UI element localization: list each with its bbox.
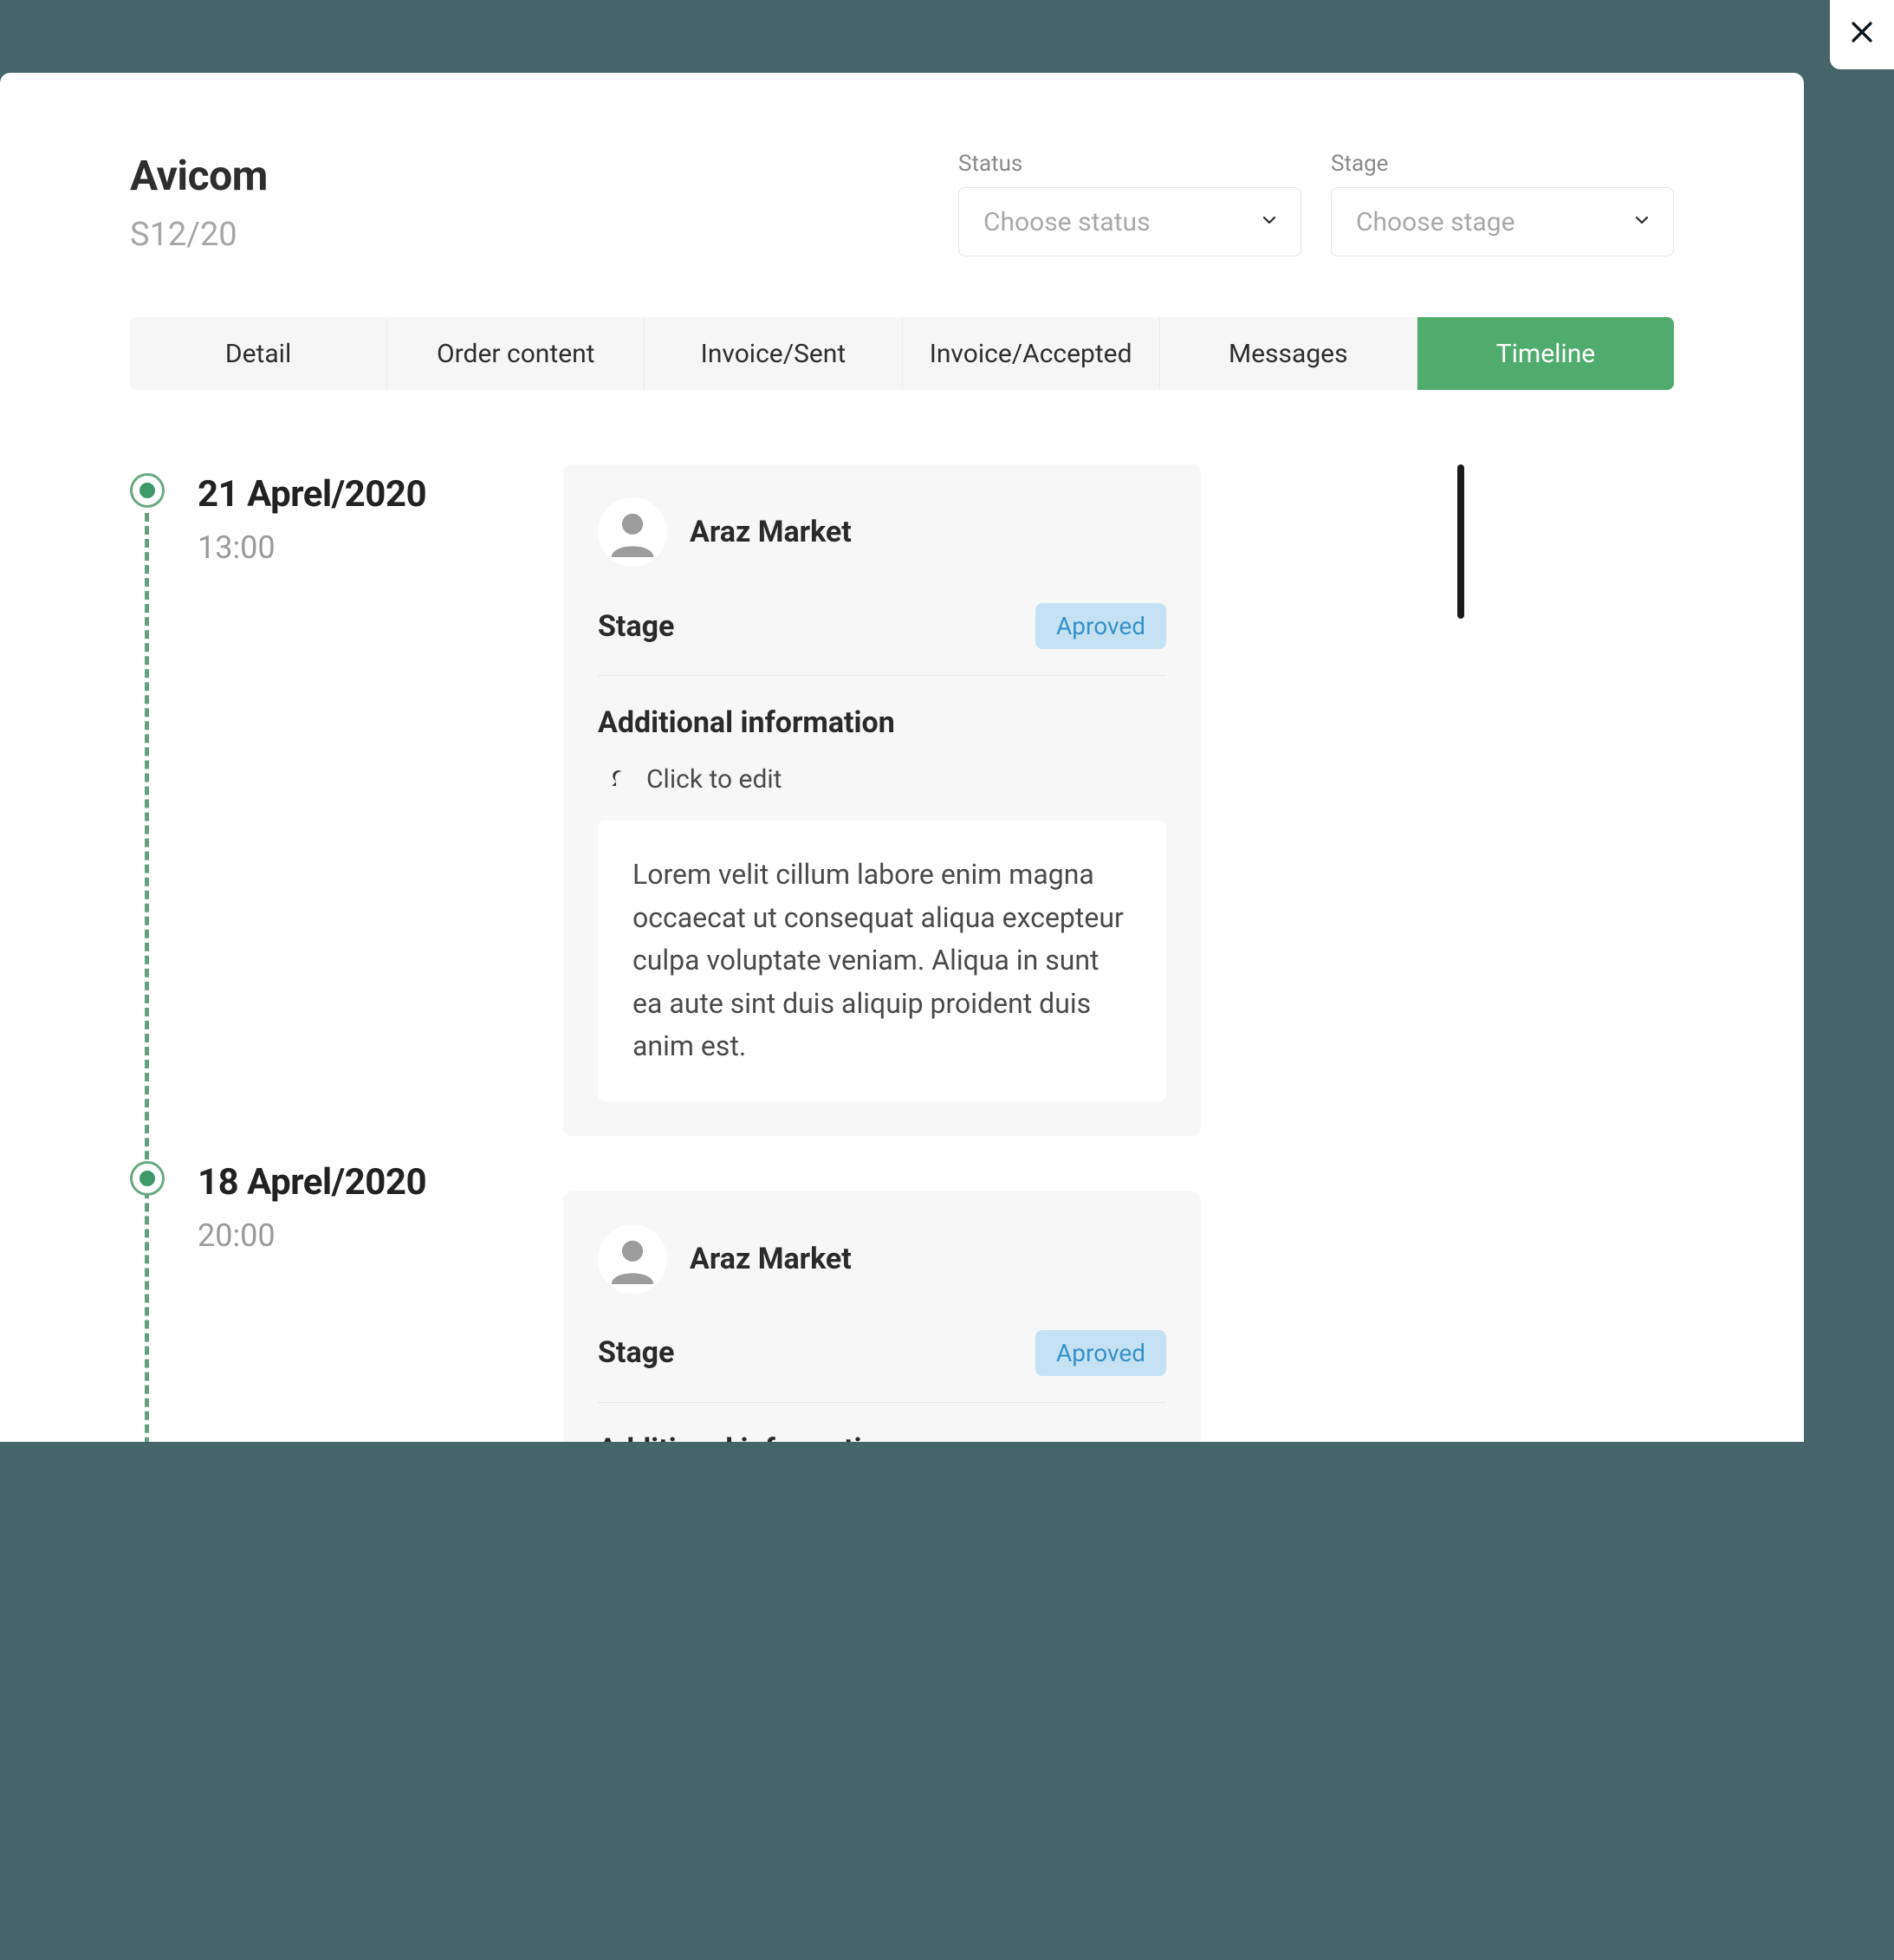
stage-label: Stage bbox=[598, 609, 674, 644]
close-button[interactable] bbox=[1830, 0, 1894, 69]
additional-info-label: Additional information bbox=[598, 705, 1166, 740]
tab-order-content[interactable]: Order content bbox=[387, 317, 645, 390]
stage-label: Stage bbox=[1331, 151, 1674, 177]
timeline-card: Araz Market Stage Aproved Additional inf… bbox=[563, 464, 1201, 1136]
avatar bbox=[598, 497, 667, 567]
stage-row: Stage Aproved bbox=[598, 1330, 1166, 1403]
status-badge: Aproved bbox=[1035, 1330, 1166, 1376]
tab-invoice-sent[interactable]: Invoice/Sent bbox=[645, 317, 902, 390]
note-content: Lorem velit cillum labore enim magna occ… bbox=[598, 821, 1166, 1101]
timeline-card: Araz Market Stage Aproved Additional inf… bbox=[563, 1191, 1201, 1442]
timeline-time: 13:00 bbox=[130, 529, 426, 566]
title-block: Avicom S12/20 bbox=[130, 151, 268, 254]
edit-row[interactable]: Click to edit bbox=[598, 764, 1166, 795]
status-badge: Aproved bbox=[1035, 603, 1166, 649]
timeline-dot-icon bbox=[130, 1161, 165, 1196]
stage-placeholder: Choose stage bbox=[1356, 207, 1515, 237]
stage-label: Stage bbox=[598, 1335, 674, 1370]
page-title: Avicom bbox=[130, 151, 268, 200]
avatar bbox=[598, 1224, 667, 1294]
timeline-dot-icon bbox=[130, 473, 165, 508]
status-label: Status bbox=[958, 151, 1301, 177]
tab-detail[interactable]: Detail bbox=[130, 317, 387, 390]
timeline-date: 18 Aprel/2020 bbox=[130, 1161, 426, 1204]
stage-select-group: Stage Choose stage bbox=[1331, 151, 1674, 256]
edit-text: Click to edit bbox=[646, 764, 782, 795]
timeline-date: 21 Aprel/2020 bbox=[130, 473, 426, 516]
tab-timeline[interactable]: Timeline bbox=[1417, 317, 1674, 390]
chevron-down-icon bbox=[1631, 210, 1652, 234]
edit-icon bbox=[603, 767, 629, 793]
page-subtitle: S12/20 bbox=[130, 216, 268, 254]
timeline-rail: 21 Aprel/2020 13:00 18 Aprel/2020 20:00 bbox=[130, 464, 544, 1442]
selector-group: Status Choose status Stage Choose stage bbox=[958, 151, 1674, 256]
scrollbar[interactable] bbox=[1457, 464, 1464, 619]
status-placeholder: Choose status bbox=[983, 207, 1151, 237]
timeline-entry: 18 Aprel/2020 20:00 bbox=[130, 1161, 426, 1254]
stage-select[interactable]: Choose stage bbox=[1331, 187, 1674, 256]
tab-messages[interactable]: Messages bbox=[1160, 317, 1417, 390]
timeline-line bbox=[145, 513, 149, 1442]
stage-row: Stage Aproved bbox=[598, 603, 1166, 676]
close-icon bbox=[1847, 13, 1877, 56]
card-username: Araz Market bbox=[690, 1242, 852, 1276]
card-username: Araz Market bbox=[690, 515, 852, 549]
status-select-group: Status Choose status bbox=[958, 151, 1301, 256]
modal-header: Avicom S12/20 Status Choose status Stage… bbox=[130, 151, 1674, 256]
timeline: 21 Aprel/2020 13:00 18 Aprel/2020 20:00 … bbox=[130, 464, 1674, 1442]
timeline-cards: Araz Market Stage Aproved Additional inf… bbox=[563, 464, 1201, 1442]
tabs: Detail Order content Invoice/Sent Invoic… bbox=[130, 317, 1674, 390]
status-select[interactable]: Choose status bbox=[958, 187, 1301, 256]
timeline-time: 20:00 bbox=[130, 1217, 426, 1254]
additional-info-label: Additional information bbox=[598, 1432, 1166, 1442]
card-header: Araz Market bbox=[598, 1224, 1166, 1294]
chevron-down-icon bbox=[1259, 210, 1280, 234]
card-header: Araz Market bbox=[598, 497, 1166, 567]
order-modal: Avicom S12/20 Status Choose status Stage… bbox=[0, 73, 1804, 1442]
timeline-entry: 21 Aprel/2020 13:00 bbox=[130, 473, 426, 566]
tab-invoice-accepted[interactable]: Invoice/Accepted bbox=[903, 317, 1160, 390]
